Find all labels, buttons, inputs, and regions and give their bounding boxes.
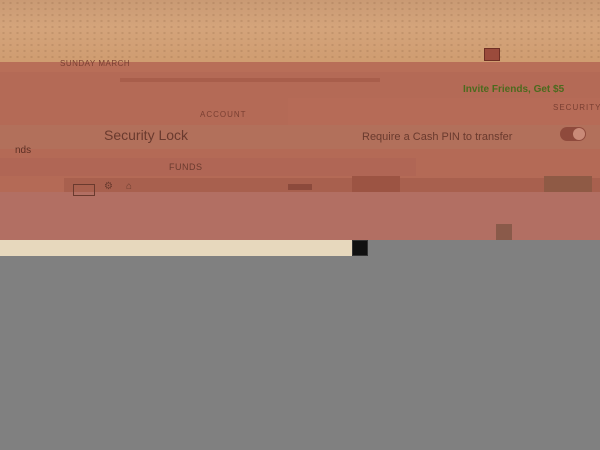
funds-section-header: FUNDS	[169, 162, 203, 172]
security-section-header: SECURITY	[553, 103, 600, 112]
gift-icon[interactable]	[484, 48, 500, 61]
funds-side-label: nds	[15, 145, 32, 156]
paper-strip	[0, 240, 352, 256]
gear-icon[interactable]: ⚙	[104, 182, 113, 192]
divider	[120, 78, 380, 82]
invite-friends-link[interactable]: Invite Friends, Get $5	[463, 85, 564, 95]
balance-block	[352, 176, 400, 192]
camera-block	[352, 240, 368, 256]
security-lock-title: Security Lock	[104, 127, 189, 143]
toggle-knob	[573, 128, 585, 140]
bank-icon[interactable]: ⌂	[126, 182, 132, 192]
card-icon[interactable]	[73, 184, 95, 196]
corner-block	[496, 224, 512, 240]
cash-pin-toggle[interactable]	[560, 127, 586, 141]
account-section-header: ACCOUNT	[200, 110, 247, 119]
status-bar-text: SUNDAY MARCH	[60, 59, 131, 68]
small-block	[288, 184, 312, 190]
cash-pin-label: Require a Cash PIN to transfer	[362, 131, 513, 143]
funds-row	[0, 158, 416, 176]
icon-row	[64, 178, 600, 192]
wall-texture	[0, 0, 600, 66]
right-block	[544, 176, 592, 192]
